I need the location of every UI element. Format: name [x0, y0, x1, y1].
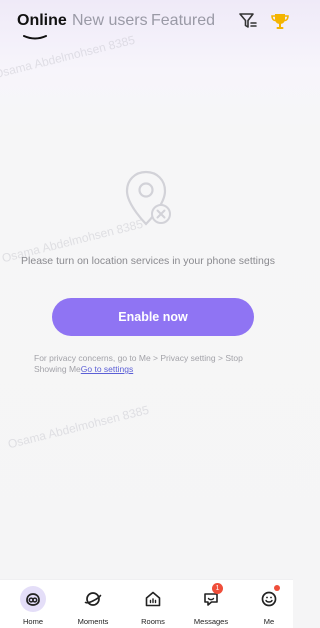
- nav-label-rooms: Rooms: [141, 617, 165, 626]
- location-pin-off-icon: [125, 170, 171, 226]
- nav-rooms-icon-wrap: [140, 586, 166, 612]
- filter-button[interactable]: [237, 10, 259, 32]
- planet-icon: [84, 592, 102, 606]
- watermark-text: Osama Abdelmohsen 8385: [6, 402, 151, 452]
- go-to-settings-link[interactable]: Go to settings: [81, 364, 133, 374]
- rooms-icon: [145, 591, 161, 607]
- bottom-nav: Home Moments Rooms 1 Messages Me: [0, 579, 293, 628]
- nav-item-messages[interactable]: 1 Messages: [182, 580, 240, 628]
- privacy-note-text: For privacy concerns, go to Me > Privacy…: [34, 353, 243, 374]
- ranking-button[interactable]: [269, 10, 291, 32]
- tab-active-indicator: [23, 35, 47, 40]
- nav-moments-icon-wrap: [80, 586, 106, 612]
- nav-label-home: Home: [22, 617, 43, 626]
- top-bar: Online New users Featured: [0, 0, 293, 50]
- nav-home-icon-wrap: [20, 586, 46, 612]
- nav-label-messages: Messages: [193, 617, 229, 626]
- nav-label-me: Me: [263, 617, 275, 626]
- unread-badge: 1: [212, 583, 223, 594]
- notification-dot: [274, 585, 280, 591]
- tab-new-users[interactable]: New users: [72, 12, 148, 30]
- home-icon: [26, 593, 40, 606]
- smile-icon: [261, 591, 277, 607]
- nav-item-home[interactable]: Home: [4, 580, 62, 628]
- nav-item-moments[interactable]: Moments: [64, 580, 122, 628]
- nav-item-rooms[interactable]: Rooms: [124, 580, 182, 628]
- privacy-note: For privacy concerns, go to Me > Privacy…: [34, 353, 260, 375]
- filter-icon: [239, 13, 257, 28]
- tab-online[interactable]: Online: [17, 12, 67, 30]
- enable-now-button[interactable]: Enable now: [52, 298, 254, 336]
- nav-item-me[interactable]: Me: [240, 580, 298, 628]
- location-message: Please turn on location services in your…: [21, 255, 275, 267]
- nav-label-moments: Moments: [77, 617, 109, 626]
- tab-featured[interactable]: Featured: [151, 12, 215, 30]
- trophy-icon: [271, 14, 289, 29]
